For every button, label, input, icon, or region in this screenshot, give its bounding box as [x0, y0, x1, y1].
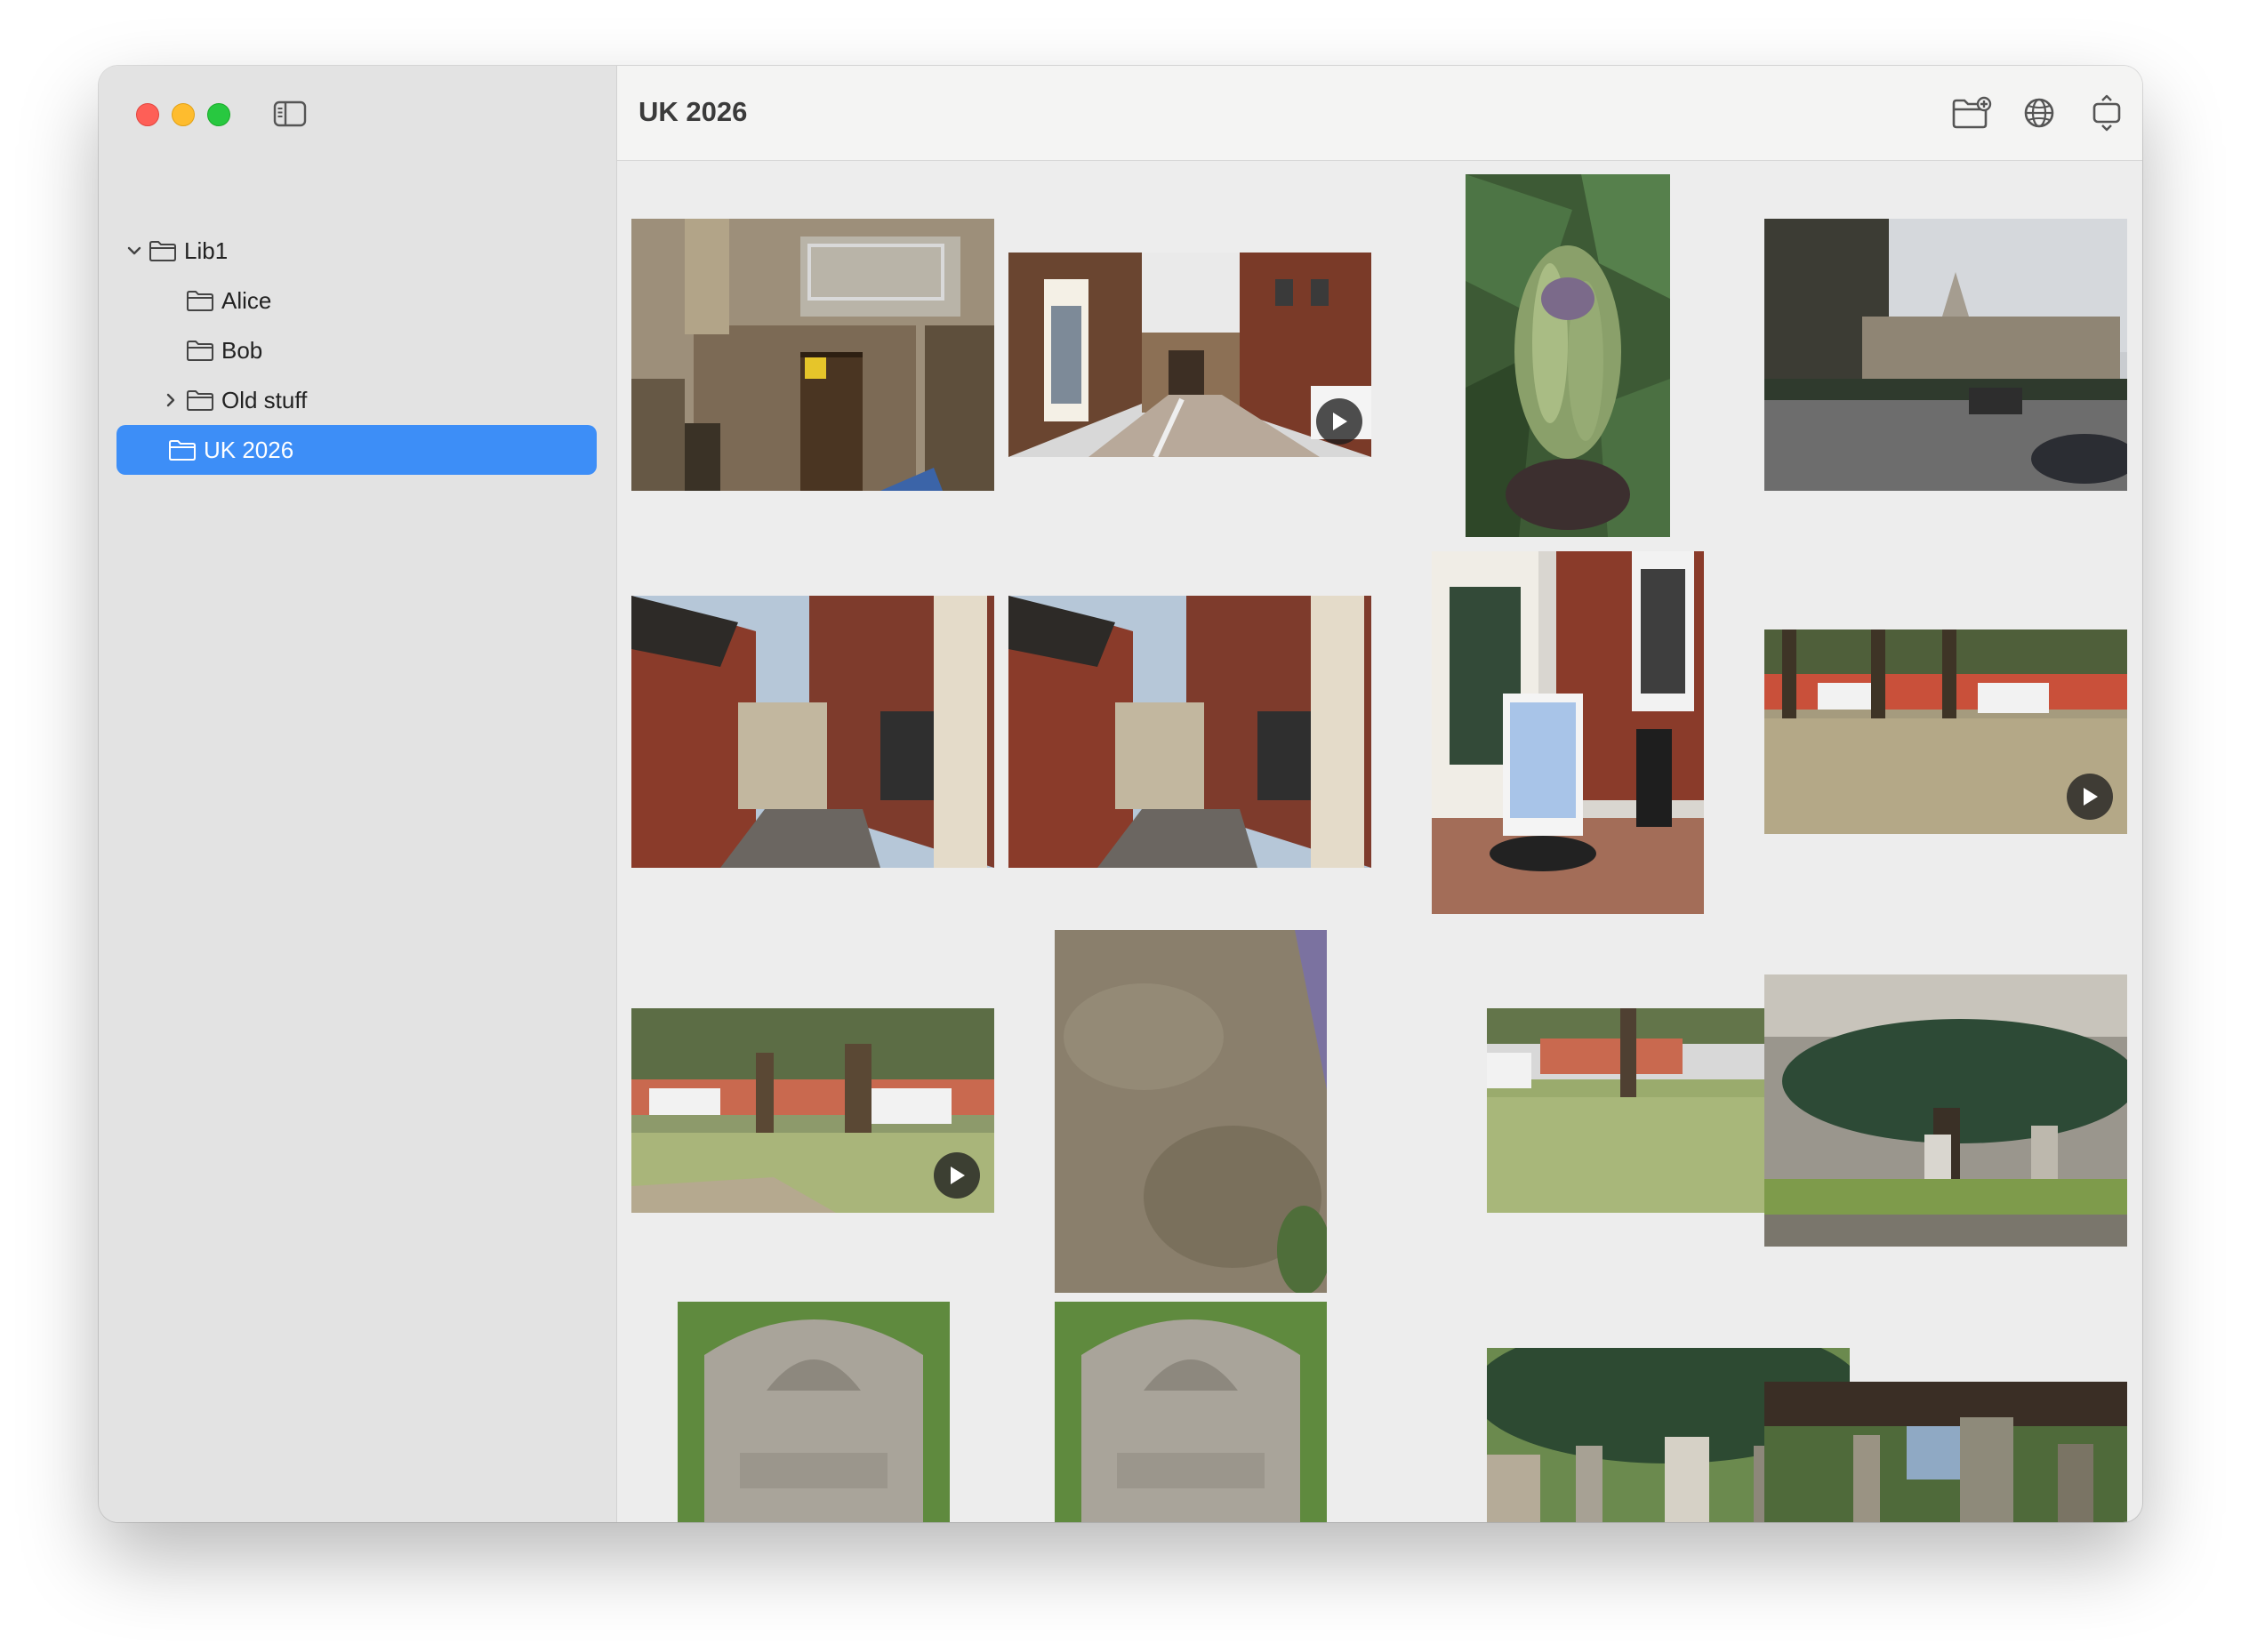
- sidebar-item-label: Lib1: [184, 237, 229, 264]
- photo-thumbnail[interactable]: [1008, 253, 1371, 457]
- sidebar-item-label: Bob: [221, 336, 263, 364]
- sidebar-item-label: Old stuff: [221, 386, 308, 413]
- sidebar-item-lib1[interactable]: Lib1: [116, 226, 597, 276]
- zoom-window-button[interactable]: [207, 103, 230, 126]
- photo-thumbnail[interactable]: [1764, 1382, 2127, 1522]
- photo-thumbnail[interactable]: [631, 596, 994, 868]
- main-content: UK 2026: [617, 66, 2142, 1522]
- sidebar-item-alice[interactable]: Alice: [116, 276, 597, 325]
- photo-thumbnail[interactable]: [1466, 174, 1670, 537]
- photo-thumbnail[interactable]: [1764, 974, 2127, 1247]
- photo-thumbnail[interactable]: [1764, 219, 2127, 491]
- video-play-icon[interactable]: [934, 1152, 980, 1199]
- globe-icon[interactable]: [2019, 92, 2060, 133]
- sidebar-item-old-stuff[interactable]: Old stuff: [116, 375, 597, 425]
- sidebar-toggle-icon[interactable]: [273, 100, 307, 128]
- chevron-down-icon[interactable]: [124, 241, 144, 261]
- folder-icon: [186, 289, 214, 312]
- photo-thumbnail[interactable]: [1055, 930, 1327, 1293]
- photo-thumbnail[interactable]: [1432, 551, 1704, 914]
- folder-icon: [168, 438, 197, 461]
- video-play-icon[interactable]: [2067, 774, 2113, 820]
- photo-thumbnail[interactable]: [1008, 596, 1371, 868]
- folder-icon: [186, 339, 214, 362]
- close-window-button[interactable]: [136, 103, 159, 126]
- fit-size-icon[interactable]: [2086, 92, 2127, 133]
- photo-thumbnail[interactable]: [1764, 630, 2127, 834]
- sidebar: Lib1 Alice Bob Old stuff UK 2026: [99, 66, 617, 1522]
- toolbar: UK 2026: [617, 66, 2142, 161]
- page-title: UK 2026: [639, 96, 748, 127]
- new-folder-icon[interactable]: [1951, 92, 1992, 133]
- sidebar-item-uk-2026[interactable]: UK 2026: [116, 425, 597, 475]
- folder-icon: [186, 389, 214, 412]
- video-play-icon[interactable]: [1316, 398, 1362, 445]
- app-window: Lib1 Alice Bob Old stuff UK 2026 UK 2026: [99, 66, 2142, 1522]
- photo-thumbnail[interactable]: [1055, 1302, 1327, 1522]
- sidebar-item-label: UK 2026: [204, 436, 294, 463]
- chevron-right-icon[interactable]: [161, 390, 181, 410]
- folder-icon: [149, 239, 177, 262]
- photo-thumbnail[interactable]: [678, 1302, 950, 1522]
- photo-thumbnail[interactable]: [631, 219, 994, 491]
- sidebar-item-bob[interactable]: Bob: [116, 325, 597, 375]
- photo-thumbnail[interactable]: [631, 1008, 994, 1213]
- minimize-window-button[interactable]: [172, 103, 195, 126]
- sidebar-item-label: Alice: [221, 286, 272, 314]
